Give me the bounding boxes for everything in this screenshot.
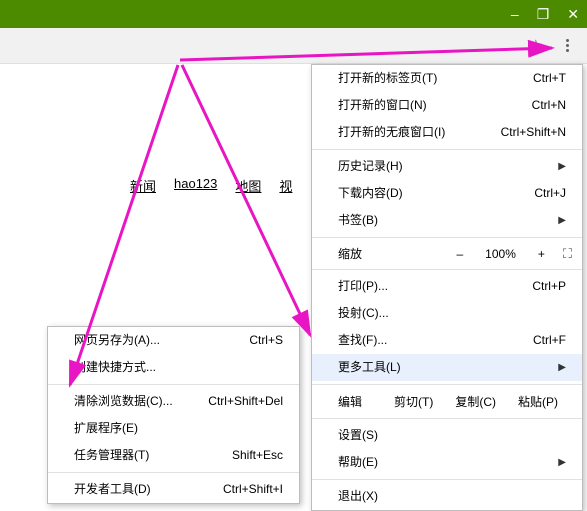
menu-dots-icon[interactable] — [557, 36, 577, 56]
maximize-button[interactable]: ❐ — [537, 6, 550, 23]
chevron-right-icon: ▶ — [558, 158, 566, 175]
menu-bookmarks[interactable]: 书签(B) ▶ — [312, 207, 582, 234]
link-map[interactable]: 地图 — [235, 176, 261, 195]
link-hao123[interactable]: hao123 — [174, 176, 217, 195]
submenu-task-manager[interactable]: 任务管理器(T) Shift+Esc — [48, 442, 299, 469]
main-menu: 打开新的标签页(T) Ctrl+T 打开新的窗口(N) Ctrl+N 打开新的无… — [311, 64, 583, 511]
link-video[interactable]: 视 — [279, 176, 292, 195]
chevron-right-icon: ▶ — [558, 359, 566, 376]
link-news[interactable]: 新闻 — [130, 176, 156, 195]
browser-toolbar: ☆ — [0, 28, 587, 64]
zoom-in-button[interactable]: + — [530, 247, 553, 261]
separator — [312, 149, 582, 150]
separator — [312, 269, 582, 270]
menu-new-window[interactable]: 打开新的窗口(N) Ctrl+N — [312, 92, 582, 119]
chevron-right-icon: ▶ — [558, 212, 566, 229]
menu-exit[interactable]: 退出(X) — [312, 483, 582, 510]
menu-find[interactable]: 查找(F)... Ctrl+F — [312, 327, 582, 354]
bookmark-star-icon[interactable]: ☆ — [529, 36, 543, 56]
menu-incognito[interactable]: 打开新的无痕窗口(I) Ctrl+Shift+N — [312, 119, 582, 146]
menu-zoom: 缩放 – 100% + ⛶ — [312, 241, 582, 266]
separator — [312, 418, 582, 419]
menu-more-tools[interactable]: 更多工具(L) ▶ — [312, 354, 582, 381]
separator — [312, 479, 582, 480]
menu-history[interactable]: 历史记录(H) ▶ — [312, 153, 582, 180]
submenu-save-as[interactable]: 网页另存为(A)... Ctrl+S — [48, 327, 299, 354]
zoom-percent: 100% — [481, 247, 520, 261]
fullscreen-icon[interactable]: ⛶ — [563, 246, 570, 262]
edit-cut[interactable]: 剪切(T) — [394, 393, 433, 410]
submenu-create-shortcut[interactable]: 创建快捷方式... — [48, 354, 299, 381]
menu-settings[interactable]: 设置(S) — [312, 422, 582, 449]
chevron-right-icon: ▶ — [558, 454, 566, 471]
menu-new-tab[interactable]: 打开新的标签页(T) Ctrl+T — [312, 65, 582, 92]
menu-cast[interactable]: 投射(C)... — [312, 300, 582, 327]
separator — [312, 384, 582, 385]
more-tools-submenu: 网页另存为(A)... Ctrl+S 创建快捷方式... 清除浏览数据(C)..… — [47, 326, 300, 504]
menu-print[interactable]: 打印(P)... Ctrl+P — [312, 273, 582, 300]
submenu-dev-tools[interactable]: 开发者工具(D) Ctrl+Shift+I — [48, 476, 299, 503]
edit-paste[interactable]: 粘贴(P) — [518, 393, 558, 410]
nav-links: 新闻 hao123 地图 视 — [130, 176, 292, 195]
zoom-out-button[interactable]: – — [448, 247, 471, 261]
separator — [48, 472, 299, 473]
submenu-clear-data[interactable]: 清除浏览数据(C)... Ctrl+Shift+Del — [48, 388, 299, 415]
menu-downloads[interactable]: 下载内容(D) Ctrl+J — [312, 180, 582, 207]
minimize-button[interactable]: – — [511, 6, 519, 22]
menu-help[interactable]: 帮助(E) ▶ — [312, 449, 582, 476]
close-button[interactable]: ✕ — [567, 6, 579, 23]
menu-edit-row: 编辑 剪切(T) 复制(C) 粘贴(P) — [312, 388, 582, 415]
separator — [312, 237, 582, 238]
edit-copy[interactable]: 复制(C) — [455, 393, 496, 410]
separator — [48, 384, 299, 385]
window-titlebar: – ❐ ✕ — [0, 0, 587, 28]
submenu-extensions[interactable]: 扩展程序(E) — [48, 415, 299, 442]
